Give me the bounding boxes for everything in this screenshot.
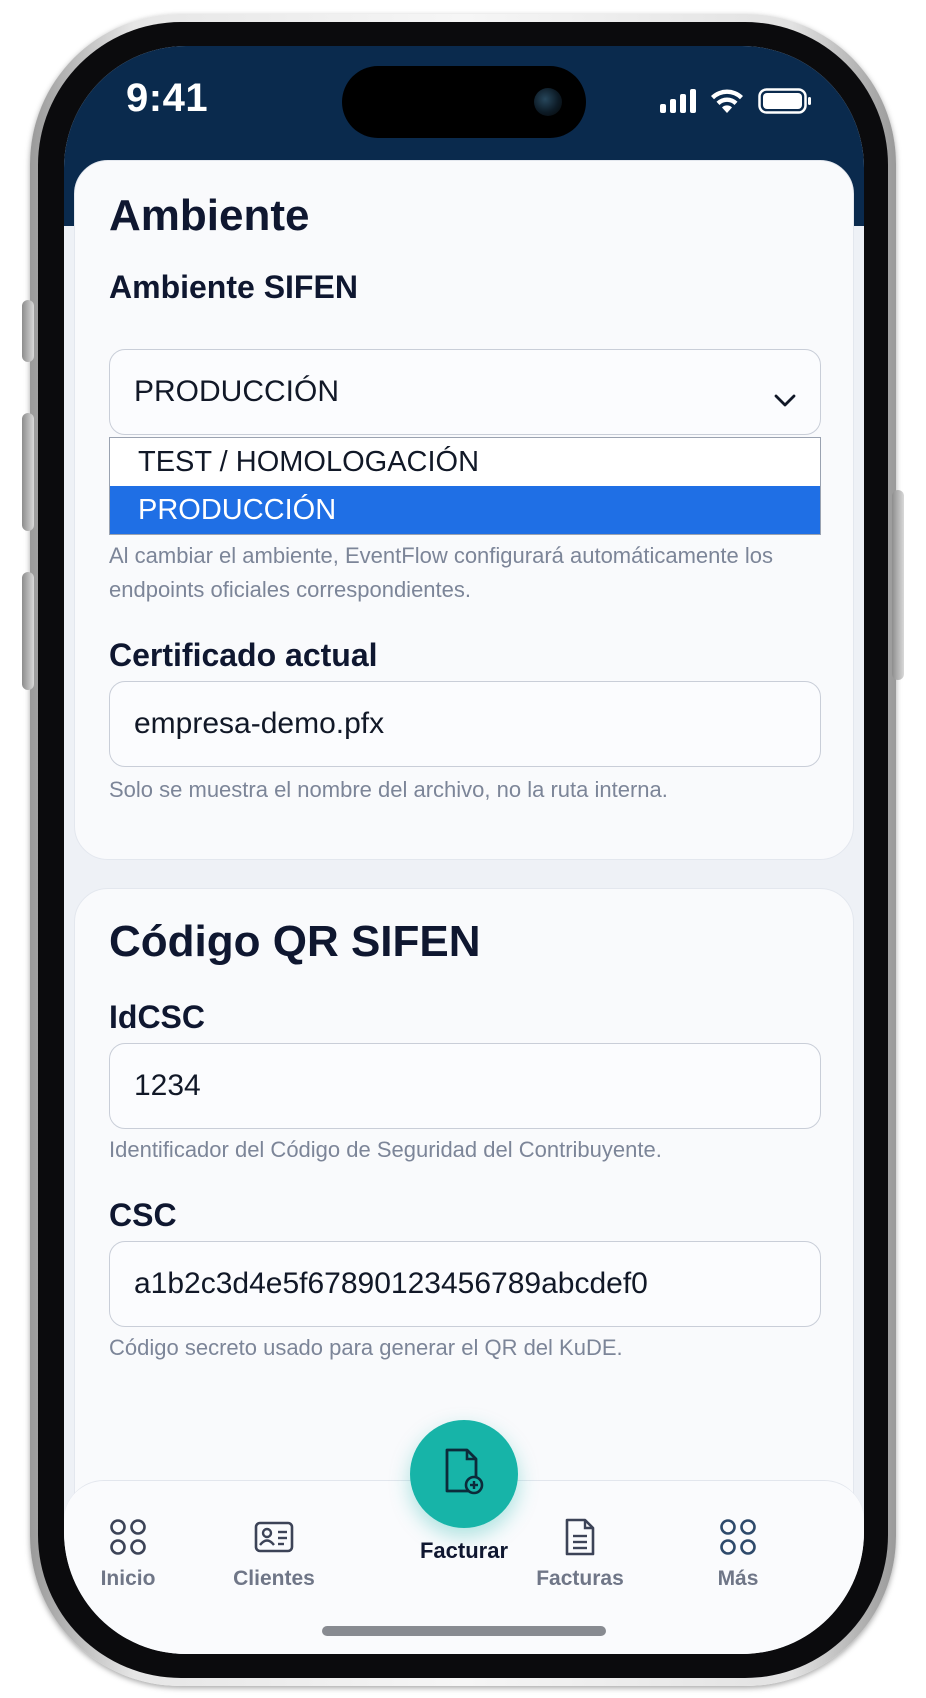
volume-down-button xyxy=(22,572,34,690)
facturar-button[interactable] xyxy=(410,1420,518,1528)
option-test-homologacion[interactable]: TEST / HOMOLOGACIÓN xyxy=(110,438,820,486)
phone-screen: 9:41 Ambiente Ambiente SIFEN PRODUCCIÓN … xyxy=(64,46,864,1654)
status-icons xyxy=(660,88,812,114)
nav-inicio[interactable]: Inicio xyxy=(68,1515,188,1591)
nav-clientes-label: Clientes xyxy=(233,1567,315,1590)
camera-icon xyxy=(534,88,562,116)
signal-icon xyxy=(660,89,696,113)
document-add-icon xyxy=(443,1447,485,1502)
nav-mas[interactable]: Más xyxy=(678,1515,798,1591)
ambiente-title: Ambiente xyxy=(109,191,310,240)
ambiente-card: Ambiente Ambiente SIFEN PRODUCCIÓN TEST … xyxy=(74,160,854,860)
option-produccion[interactable]: PRODUCCIÓN xyxy=(110,486,820,534)
document-lines-icon xyxy=(564,1515,596,1559)
chevron-down-icon xyxy=(774,382,796,416)
csc-value: a1b2c3d4e5f67890123456789abcdef0 xyxy=(134,1267,648,1300)
wifi-icon xyxy=(710,88,744,114)
power-button xyxy=(892,490,904,680)
ambiente-select-value: PRODUCCIÓN xyxy=(134,375,340,408)
contact-card-icon xyxy=(254,1515,294,1559)
action-button xyxy=(22,300,34,362)
certificado-label: Certificado actual xyxy=(109,637,378,673)
idcsc-value: 1234 xyxy=(134,1069,201,1102)
csc-help-text: Código secreto usado para generar el QR … xyxy=(109,1335,623,1360)
nav-facturas-label: Facturas xyxy=(536,1567,624,1590)
idcsc-help-text: Identificador del Código de Seguridad de… xyxy=(109,1137,662,1162)
certificado-field[interactable]: empresa-demo.pfx xyxy=(109,681,821,767)
ambiente-select[interactable]: PRODUCCIÓN xyxy=(109,349,821,435)
nav-facturar[interactable]: Facturar xyxy=(380,1420,548,1570)
csc-input[interactable]: a1b2c3d4e5f67890123456789abcdef0 xyxy=(109,1241,821,1327)
status-time: 9:41 xyxy=(126,76,209,120)
grid-circles-icon xyxy=(109,1515,147,1559)
nav-facturar-label: Facturar xyxy=(419,1538,509,1563)
qr-sifen-title: Código QR SIFEN xyxy=(109,917,481,966)
battery-icon xyxy=(758,88,812,114)
grid-circles-icon xyxy=(719,1515,757,1559)
certificado-help-text: Solo se muestra el nombre del archivo, n… xyxy=(109,777,668,802)
csc-label: CSC xyxy=(109,1197,177,1233)
ambiente-sifen-label: Ambiente SIFEN xyxy=(109,269,358,305)
nav-mas-label: Más xyxy=(717,1567,759,1590)
certificado-value: empresa-demo.pfx xyxy=(134,707,385,740)
idcsc-input[interactable]: 1234 xyxy=(109,1043,821,1129)
ambiente-help-text: Al cambiar el ambiente, EventFlow config… xyxy=(109,543,773,602)
idcsc-label: IdCSC xyxy=(109,999,205,1035)
volume-up-button xyxy=(22,413,34,531)
home-indicator xyxy=(322,1626,606,1636)
nav-inicio-label: Inicio xyxy=(100,1567,156,1590)
ambiente-dropdown-list: TEST / HOMOLOGACIÓN PRODUCCIÓN xyxy=(109,437,821,535)
dynamic-island xyxy=(342,66,586,138)
nav-clientes[interactable]: Clientes xyxy=(214,1515,334,1591)
